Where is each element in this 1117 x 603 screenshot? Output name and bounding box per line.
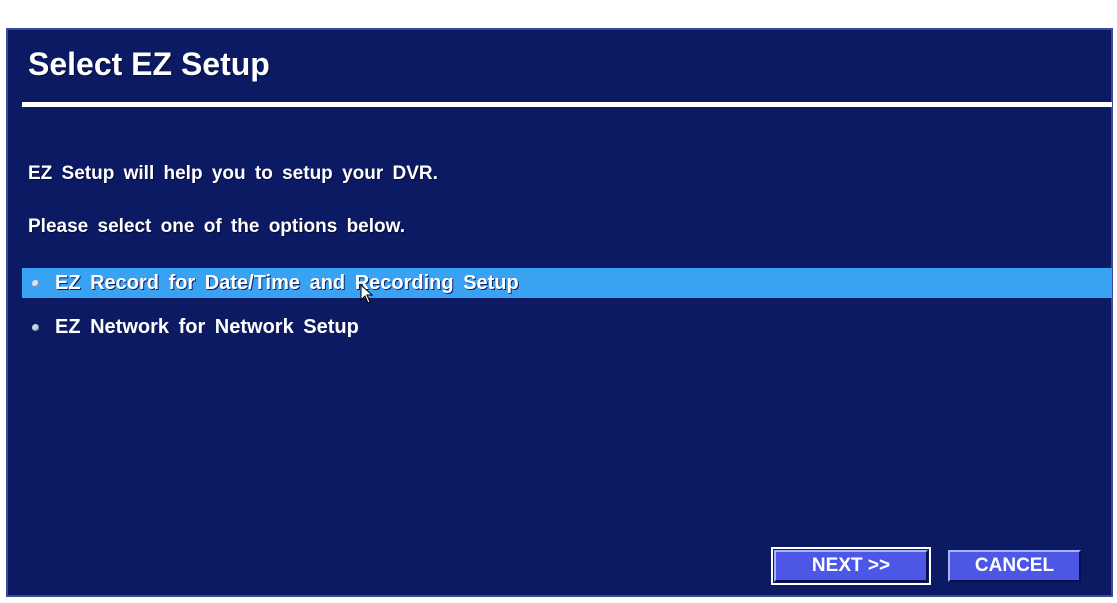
option-ez-record[interactable]: EZ Record for Date/Time and Recording Se… [22,268,1112,298]
info-text-line-1: EZ Setup will help you to setup your DVR… [28,163,438,184]
cancel-button[interactable]: CANCEL [948,550,1081,582]
radio-bullet-icon [32,279,39,287]
dialog-title: Select EZ Setup [28,46,270,82]
info-text-line-2: Please select one of the options below. [28,216,405,237]
option-label: EZ Record for Date/Time and Recording Se… [55,271,519,294]
option-ez-network[interactable]: EZ Network for Network Setup [22,312,1112,342]
ez-setup-dialog: Select EZ Setup EZ Setup will help you t… [6,28,1113,597]
mouse-pointer-icon [360,284,374,304]
screen: Select EZ Setup EZ Setup will help you t… [0,0,1117,603]
radio-bullet-icon [32,323,39,331]
option-label: EZ Network for Network Setup [55,315,359,338]
title-divider [22,102,1112,107]
next-button[interactable]: NEXT >> [771,547,931,585]
